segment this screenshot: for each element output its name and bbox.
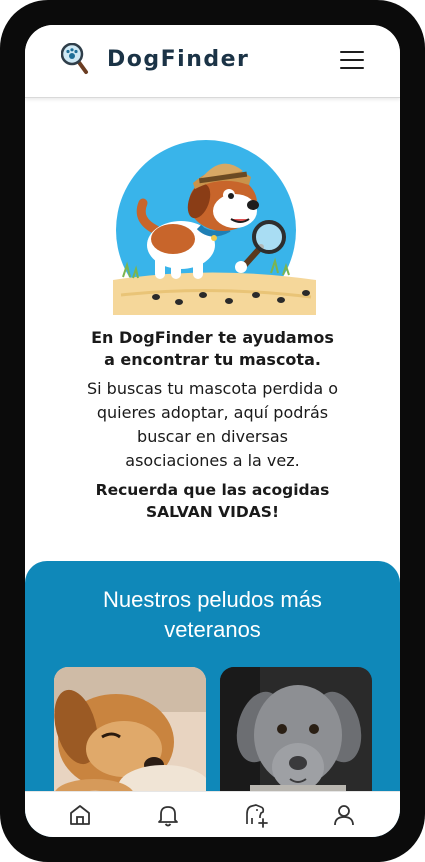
intro-description-line: Si buscas tu mascota perdida o <box>86 379 339 398</box>
veteran-dog-card[interactable] <box>220 667 372 807</box>
grey-dog-photo <box>220 667 372 807</box>
magnifier-paw-logo-icon <box>61 43 88 74</box>
veteran-dogs-title-line: veteranos <box>164 617 261 642</box>
intro-headline-line: En DogFinder te ayudamos <box>91 328 334 347</box>
app-screen: DogFinder En DogFinder te ayudamos a enc… <box>25 25 400 837</box>
brand-name: DogFinder <box>107 47 250 72</box>
nav-profile-button[interactable] <box>331 802 357 828</box>
app-header: DogFinder <box>25 25 400 98</box>
veteran-dog-card[interactable] <box>54 667 206 807</box>
golden-dog-photo <box>54 667 206 807</box>
bottom-navigation <box>25 791 400 837</box>
veteran-dogs-title: Nuestros peludos más veteranos <box>45 585 380 645</box>
nav-notifications-button[interactable] <box>155 802 181 828</box>
nav-home-button[interactable] <box>67 802 93 828</box>
fostering-callout-line: SALVAN VIDAS! <box>145 503 280 521</box>
device-frame: DogFinder En DogFinder te ayudamos a enc… <box>0 0 425 862</box>
menu-bar-icon <box>340 59 364 61</box>
intro-section: En DogFinder te ayudamos a encontrar tu … <box>45 327 380 523</box>
bell-icon <box>158 806 178 827</box>
intro-description-line: quieres adoptar, aquí podrás <box>96 403 329 422</box>
fostering-callout-line: Recuerda que las acogidas <box>95 481 330 499</box>
intro-headline-line: a encontrar tu mascota. <box>104 350 321 369</box>
add-pet-icon <box>246 804 268 828</box>
fostering-callout: Recuerda que las acogidas SALVAN VIDAS! <box>45 479 380 523</box>
menu-bar-icon <box>340 51 364 53</box>
veteran-dogs-title-line: Nuestros peludos más <box>103 587 322 612</box>
hamburger-menu-button[interactable] <box>340 49 366 71</box>
intro-description-line: buscar en diversas <box>137 427 288 446</box>
home-icon <box>70 805 90 825</box>
nav-add-pet-button[interactable] <box>243 802 269 828</box>
intro-headline: En DogFinder te ayudamos a encontrar tu … <box>45 327 380 371</box>
menu-bar-icon <box>340 67 364 69</box>
intro-description: Si buscas tu mascota perdida o quieres a… <box>45 377 380 473</box>
user-icon <box>334 805 354 826</box>
intro-description-line: asociaciones a la vez. <box>125 451 300 470</box>
detective-dog-illustration <box>113 140 316 315</box>
